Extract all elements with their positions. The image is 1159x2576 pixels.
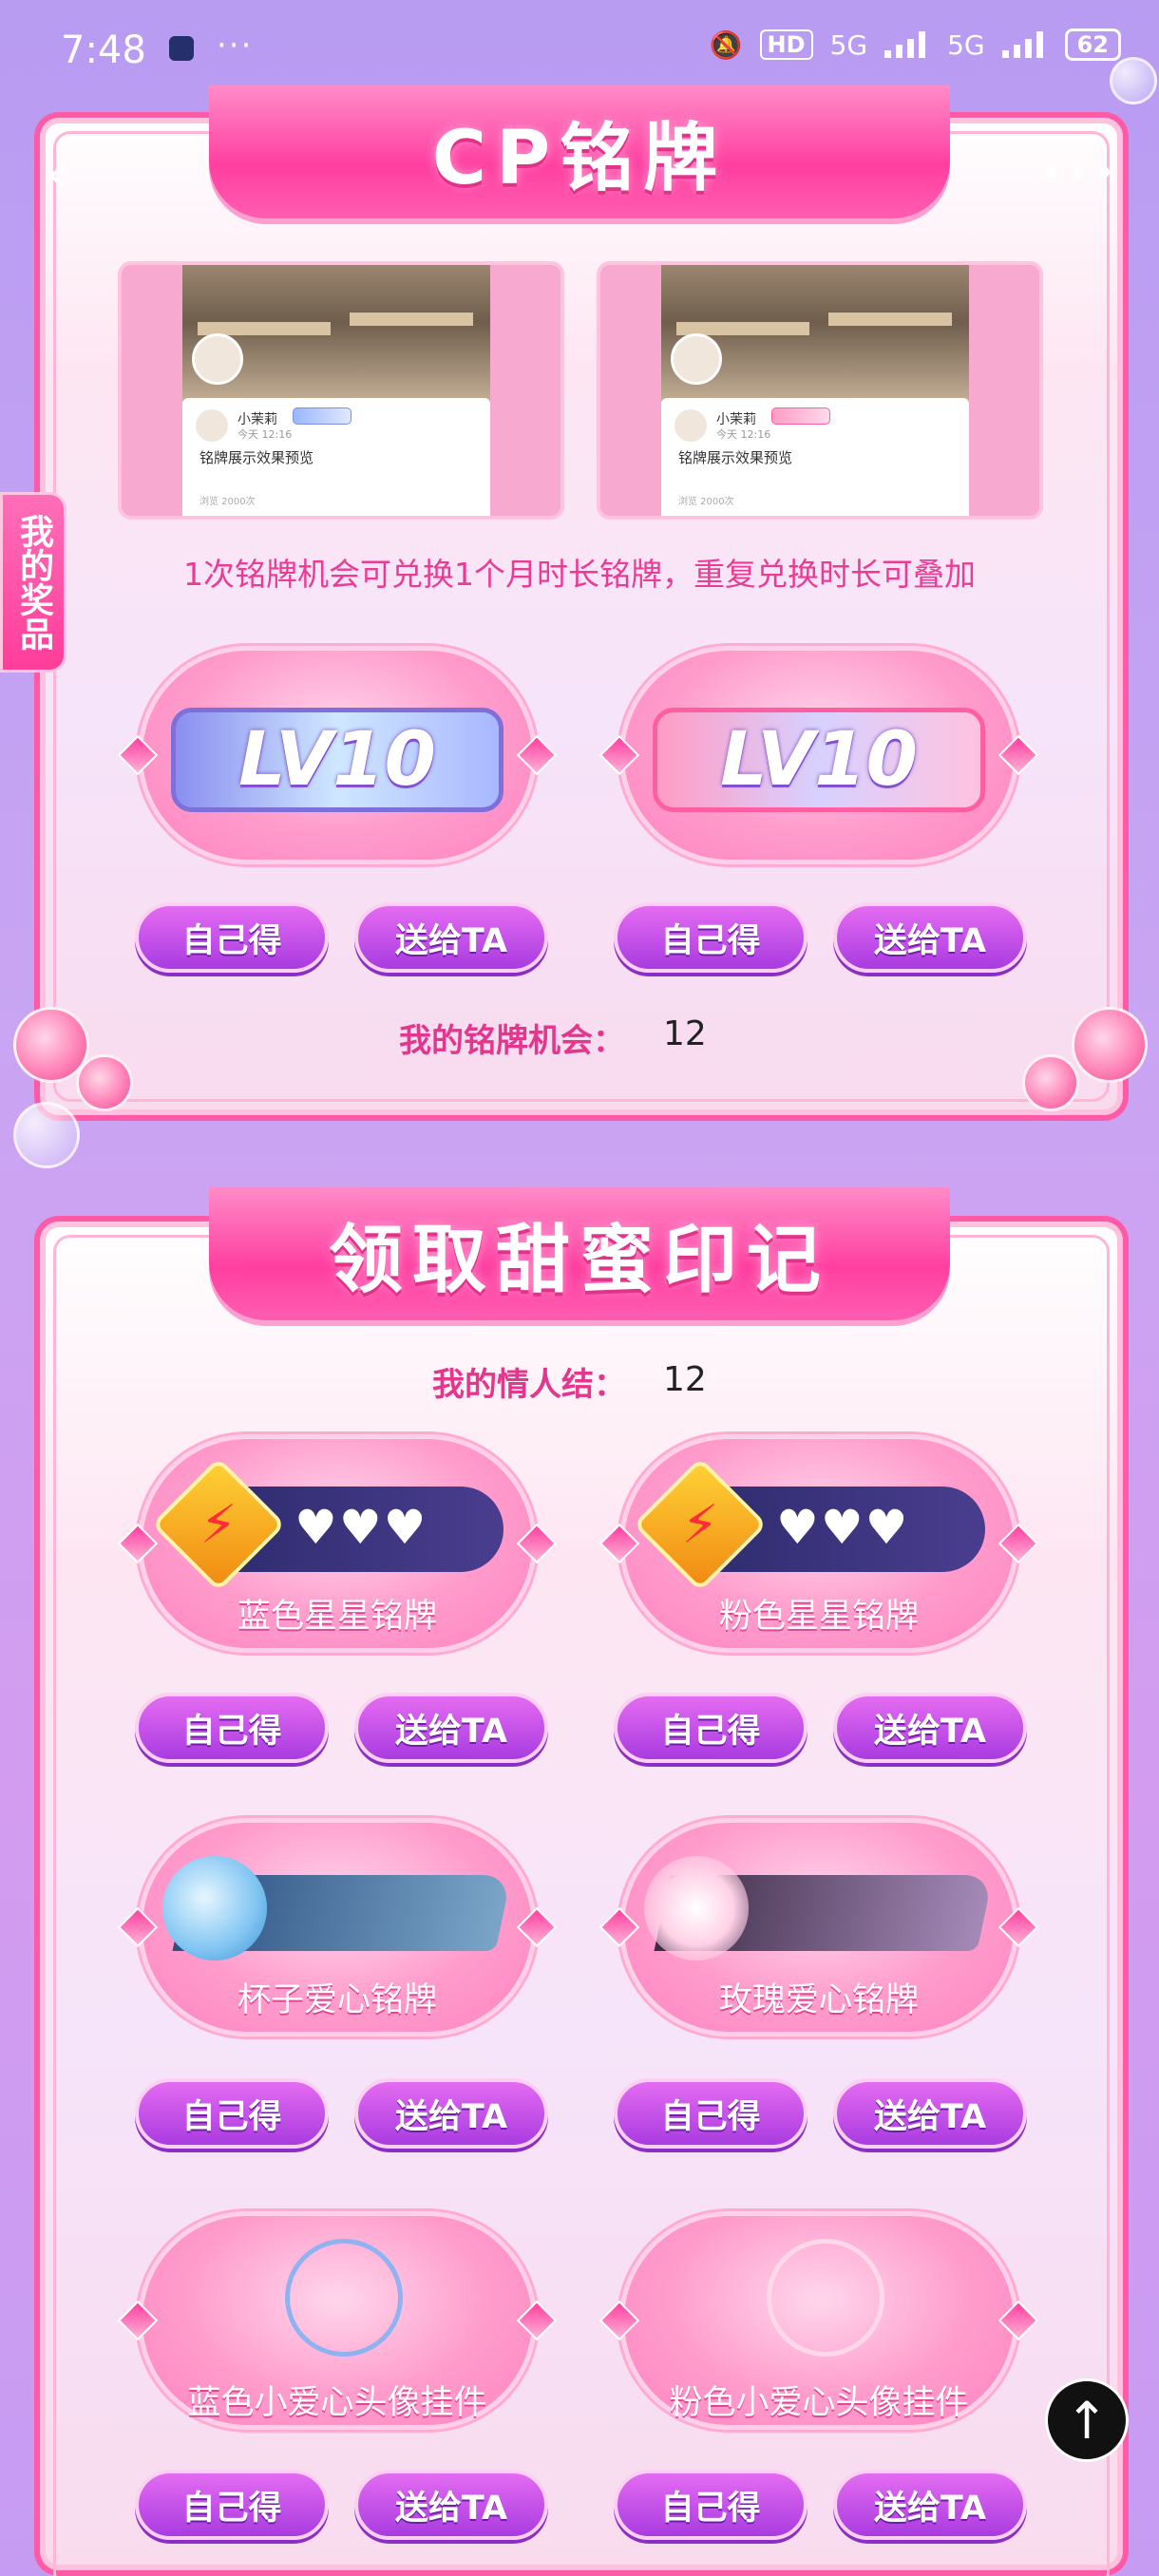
reward-card-blue-avatar-frame[interactable]: 蓝色小爱心头像挂件 bbox=[117, 2211, 558, 2430]
section-banner: CP铭牌 bbox=[209, 85, 950, 218]
reward-label: 玫瑰爱心铭牌 bbox=[718, 1981, 919, 2019]
lightning-icon: ⚡ bbox=[151, 1457, 286, 1592]
reward-card-blue-star[interactable]: ⚡ ♥♥♥ 蓝色星星铭牌 bbox=[117, 1434, 558, 1653]
gift-ta-button[interactable]: 送给TA bbox=[833, 1693, 1027, 1763]
exchange-rule-text: 1次铭牌机会可兑换1个月时长铭牌，重复兑换时长可叠加 bbox=[183, 556, 976, 593]
preview-footer: 浏览 2000次 bbox=[678, 497, 734, 507]
signal-5g-label: 5G bbox=[829, 28, 868, 61]
gift-ta-button[interactable]: 送给TA bbox=[354, 2078, 548, 2149]
rose-decoration bbox=[76, 1054, 133, 1111]
gift-ta-button[interactable]: 送给TA bbox=[354, 2470, 548, 2540]
app-notification-icon bbox=[169, 36, 194, 61]
more-notifications-icon: ··· bbox=[217, 27, 254, 65]
cup-heart-medal bbox=[162, 1856, 512, 1960]
reward-card-rose-heart[interactable]: 玫瑰爱心铭牌 bbox=[598, 1818, 1039, 2036]
rose-decoration bbox=[1072, 1007, 1148, 1083]
back-icon[interactable]: ‹ bbox=[46, 141, 68, 207]
gift-ta-button[interactable]: 送给TA bbox=[833, 902, 1027, 973]
reward-label: 粉色小爱心头像挂件 bbox=[669, 2384, 969, 2422]
signal-5g-label-2: 5G bbox=[947, 28, 985, 61]
claim-self-button[interactable]: 自己得 bbox=[135, 2470, 329, 2540]
more-menu-icon[interactable]: ••• bbox=[1040, 152, 1119, 196]
reward-card-cup-heart[interactable]: 杯子爱心铭牌 bbox=[117, 1818, 558, 2036]
lv10-blue-badge-card[interactable]: LV10 bbox=[117, 646, 558, 864]
preview-card: 小茉莉 今天 12:16 铭牌展示效果预览 浏览 2000次 bbox=[182, 398, 490, 516]
scroll-to-top-button[interactable]: ↑ bbox=[1045, 2378, 1129, 2462]
nameplate-chance-label: 我的铭牌机会： bbox=[399, 1022, 625, 1060]
reward-card-pink-star[interactable]: ⚡ ♥♥♥ 粉色星星铭牌 bbox=[598, 1434, 1039, 1653]
battery-icon: 62 bbox=[1064, 28, 1121, 61]
hearts-icon: ♥♥♥ bbox=[294, 1500, 428, 1555]
nameplate-chance-count: 12 bbox=[663, 1014, 707, 1053]
avatar bbox=[196, 409, 228, 442]
reward-card-pink-avatar-frame[interactable]: 粉色小爱心头像挂件 bbox=[598, 2211, 1039, 2430]
preview-text: 铭牌展示效果预览 bbox=[678, 449, 793, 466]
preview-username: 小茉莉 bbox=[238, 412, 277, 427]
avatar bbox=[674, 409, 707, 442]
rose-heart-medal bbox=[644, 1856, 994, 1960]
claim-self-button[interactable]: 自己得 bbox=[614, 1693, 808, 1763]
reward-label: 蓝色星星铭牌 bbox=[237, 1598, 437, 1636]
nameplate-tag-blue bbox=[293, 407, 352, 425]
preview-text: 铭牌展示效果预览 bbox=[200, 449, 314, 466]
lv10-pink-badge-card[interactable]: LV10 bbox=[598, 646, 1039, 864]
heart-icon bbox=[162, 1856, 268, 1960]
claim-self-button[interactable]: 自己得 bbox=[135, 1693, 329, 1763]
arrow-up-icon: ↑ bbox=[1065, 2390, 1109, 2451]
signal-strength-icon bbox=[884, 31, 930, 58]
avatar bbox=[671, 333, 722, 385]
lv10-badge: LV10 bbox=[653, 708, 985, 812]
preview-date: 今天 12:16 bbox=[238, 428, 293, 441]
reward-label: 蓝色小爱心头像挂件 bbox=[187, 2384, 487, 2422]
desk-decoration bbox=[828, 313, 952, 326]
hearts-icon: ♥♥♥ bbox=[776, 1500, 910, 1555]
avatar-frame-ring-icon bbox=[285, 2239, 403, 2357]
section-title: 领取甜蜜印记 bbox=[328, 1218, 830, 1303]
bubble-decoration bbox=[1110, 57, 1157, 104]
avatar bbox=[192, 333, 243, 385]
blue-star-medal: ⚡ ♥♥♥ bbox=[151, 1457, 504, 1592]
preview-footer: 浏览 2000次 bbox=[200, 497, 256, 507]
claim-self-button[interactable]: 自己得 bbox=[614, 902, 808, 973]
status-time: 7:48 bbox=[61, 28, 146, 72]
hd-badge: HD bbox=[759, 29, 813, 60]
claim-self-button[interactable]: 自己得 bbox=[614, 2078, 808, 2149]
rose-icon bbox=[644, 1856, 750, 1960]
gift-ta-button[interactable]: 送给TA bbox=[354, 902, 548, 973]
preview-username: 小茉莉 bbox=[716, 412, 756, 427]
claim-self-button[interactable]: 自己得 bbox=[135, 2078, 329, 2149]
avatar-frame-ring-icon bbox=[767, 2239, 884, 2357]
preview-card: 小茉莉 今天 12:16 铭牌展示效果预览 浏览 2000次 bbox=[661, 398, 969, 516]
rose-decoration bbox=[1022, 1054, 1079, 1111]
gift-ta-button[interactable]: 送给TA bbox=[833, 2078, 1027, 2149]
section-banner: 领取甜蜜印记 bbox=[209, 1187, 950, 1320]
bubble-decoration bbox=[13, 1102, 80, 1168]
gift-ta-button[interactable]: 送给TA bbox=[833, 2470, 1027, 2540]
pink-star-medal: ⚡ ♥♥♥ bbox=[633, 1457, 985, 1592]
reward-label: 杯子爱心铭牌 bbox=[237, 1981, 437, 2019]
claim-self-button[interactable]: 自己得 bbox=[135, 902, 329, 973]
lv10-badge: LV10 bbox=[171, 708, 504, 812]
love-knot-count: 12 bbox=[663, 1360, 707, 1399]
reward-label: 粉色星星铭牌 bbox=[718, 1598, 919, 1636]
love-knot-label: 我的情人结： bbox=[432, 1366, 626, 1404]
lightning-icon: ⚡ bbox=[633, 1457, 768, 1592]
desk-decoration bbox=[350, 313, 473, 326]
nameplate-preview-right: 小茉莉 今天 12:16 铭牌展示效果预览 浏览 2000次 bbox=[597, 261, 1043, 520]
section-title: CP铭牌 bbox=[431, 116, 728, 201]
nameplate-tag-pink bbox=[771, 407, 830, 425]
mute-icon: 🔕 bbox=[709, 28, 743, 61]
claim-self-button[interactable]: 自己得 bbox=[614, 2470, 808, 2540]
nameplate-preview-left: 小茉莉 今天 12:16 铭牌展示效果预览 浏览 2000次 bbox=[118, 261, 564, 520]
signal-strength-icon-2 bbox=[1001, 31, 1048, 58]
status-icons: 🔕 HD 5G 5G 62 bbox=[710, 28, 1121, 61]
gift-ta-button[interactable]: 送给TA bbox=[354, 1693, 548, 1763]
preview-date: 今天 12:16 bbox=[716, 428, 771, 441]
